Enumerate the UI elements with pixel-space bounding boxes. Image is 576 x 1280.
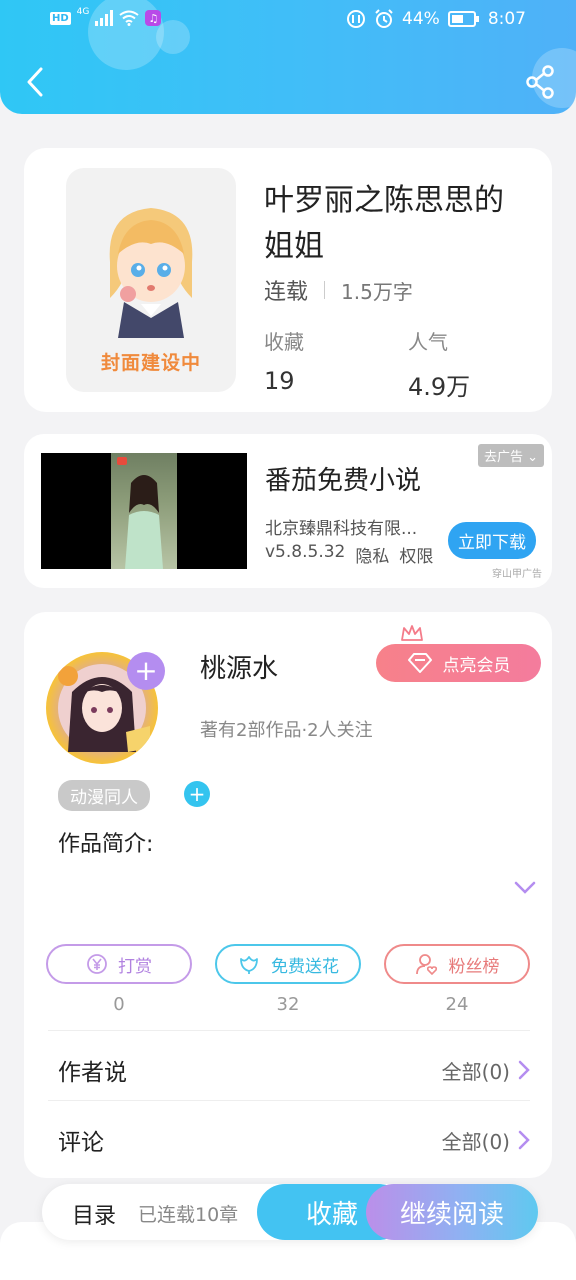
vip-label: 点亮会员 (442, 655, 511, 676)
stat-value: 4.9万 (408, 373, 471, 401)
comments-all[interactable]: 全部(0) (442, 1126, 530, 1155)
ad-privacy-link[interactable]: 隐私 (355, 542, 389, 567)
share-icon (526, 65, 554, 99)
diamond-icon (407, 653, 432, 673)
ad-close-button[interactable]: 去广告 ⌄ (477, 444, 544, 467)
chevron-left-icon (27, 67, 43, 97)
header: HD 4G ♫ 44% 8:07 (0, 0, 576, 114)
intro-label: 作品简介: (58, 832, 154, 857)
flower-icon (240, 956, 258, 974)
ad-video[interactable] (41, 453, 247, 569)
send-flower-button[interactable]: 免费送花 (215, 944, 361, 984)
bottom-bar: 目录 已连载10章 收藏 继续阅读 (42, 1184, 538, 1240)
word-count: 1.5万字 (341, 279, 413, 304)
expand-intro-button[interactable] (514, 880, 536, 899)
stat-popularity: 人气 4.9万 (408, 326, 470, 402)
book-info-card: 封面建设中 叶罗丽之陈思思的姐姐 连载 1.5万字 收藏 19 人气 4.9万 (24, 148, 552, 412)
book-title: 叶罗丽之陈思思的姐姐 (264, 183, 504, 264)
fan-rank-button[interactable]: 粉丝榜 (384, 944, 530, 984)
author-says-all[interactable]: 全部(0) (442, 1056, 530, 1085)
stat-value: 19 (264, 367, 295, 395)
user-heart-icon (415, 954, 437, 975)
ad-version-row: v5.8.5.32 隐私 权限 (265, 542, 433, 567)
author-name: 桃源水 (200, 654, 279, 684)
crown-icon (401, 625, 423, 641)
music-app-icon: ♫ (145, 10, 162, 26)
add-tag-button[interactable]: + (184, 781, 210, 807)
flower-count: 32 (276, 994, 300, 1015)
author-says-title: 作者说 (58, 1060, 127, 1086)
divider (48, 1100, 530, 1101)
tip-label: 打赏 (118, 956, 152, 977)
divider (324, 281, 326, 299)
book-cover[interactable]: 封面建设中 (66, 168, 236, 392)
status-bar: HD 4G ♫ 44% 8:07 (0, 0, 576, 40)
fan-count: 24 (445, 994, 469, 1015)
tip-count: 0 (113, 994, 125, 1015)
continue-reading-button[interactable]: 继续阅读 (366, 1184, 538, 1240)
ad-card[interactable]: 番茄免费小说 北京臻鼎科技有限... v5.8.5.32 隐私 权限 去广告 ⌄… (24, 434, 552, 588)
comments-title: 评论 (58, 1130, 104, 1156)
send-flower-label: 免费送花 (271, 956, 339, 977)
toc-button[interactable]: 目录 (72, 1198, 116, 1230)
stat-label: 收藏 (264, 330, 304, 354)
ad-download-button[interactable]: 立即下载 (448, 522, 536, 559)
ad-source: 穿山甲广告 (492, 569, 542, 580)
ad-title: 番茄免费小说 (265, 466, 422, 496)
chevron-down-icon: ⌄ (527, 450, 538, 465)
follow-author-button[interactable]: + (127, 652, 165, 690)
ad-version: v5.8.5.32 (265, 542, 346, 562)
chevron-right-icon (518, 1060, 530, 1080)
ad-company: 北京臻鼎科技有限... (265, 519, 418, 539)
battery-icon (447, 11, 479, 27)
person-figure (117, 457, 163, 569)
stat-label: 人气 (408, 330, 448, 354)
nfc-icon (347, 10, 366, 28)
chevron-down-icon (514, 881, 536, 894)
fan-rank-label: 粉丝榜 (448, 956, 500, 977)
signal-icon (95, 10, 114, 26)
clock: 8:07 (487, 9, 526, 29)
chapter-count[interactable]: 已连载10章 (138, 1200, 238, 1227)
author-info: 著有2部作品·2人关注 (200, 720, 373, 741)
book-status: 连载 (264, 280, 309, 305)
ad-video-frame (111, 453, 177, 569)
author-card: + 桃源水 著有2部作品·2人关注 点亮会员 动漫同人 + 作品简介: 打赏 0 (24, 612, 552, 1178)
yen-coin-icon (87, 954, 107, 974)
back-button[interactable] (20, 62, 50, 102)
chevron-right-icon (518, 1130, 530, 1150)
share-button[interactable] (524, 64, 556, 100)
network-type: 4G (76, 7, 90, 17)
wifi-icon (119, 10, 139, 26)
comments-row[interactable]: 评论 全部(0) (58, 1120, 530, 1160)
genre-tag[interactable]: 动漫同人 (58, 780, 150, 811)
author-says-count: 全部(0) (441, 1059, 510, 1084)
book-meta: 连载 1.5万字 (264, 274, 413, 306)
ad-close-label: 去广告 (483, 450, 523, 465)
cover-placeholder-label: 封面建设中 (100, 352, 201, 374)
author-says-row[interactable]: 作者说 全部(0) (58, 1050, 530, 1090)
comments-count: 全部(0) (441, 1129, 510, 1154)
battery-percent: 44% (402, 9, 440, 29)
ad-permission-link[interactable]: 权限 (399, 542, 433, 567)
cover-placeholder-illustration (109, 208, 193, 338)
tip-button[interactable]: 打赏 (46, 944, 192, 984)
vip-member-button[interactable]: 点亮会员 (376, 644, 541, 682)
alarm-icon (375, 9, 393, 28)
stat-favorites: 收藏 19 (264, 326, 304, 395)
divider (48, 1030, 530, 1031)
hd-icon: HD (50, 11, 71, 25)
